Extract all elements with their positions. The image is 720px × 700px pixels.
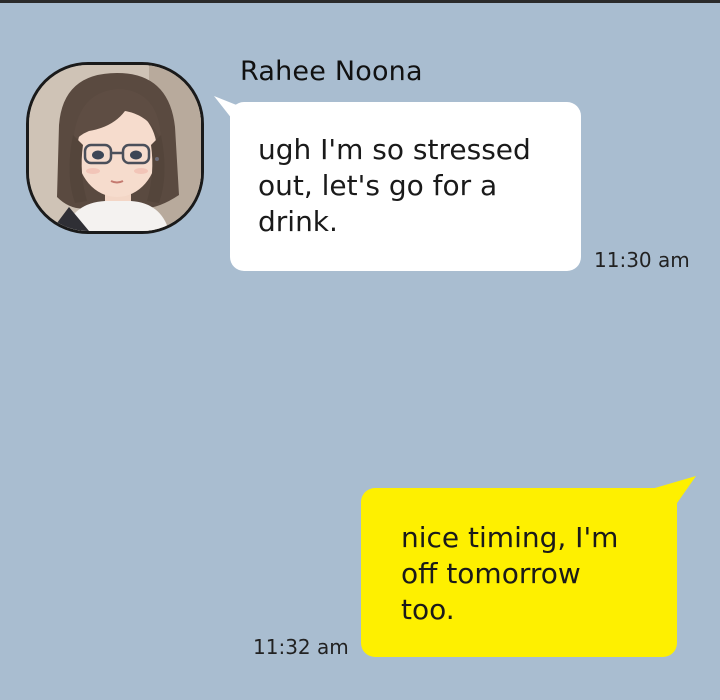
outgoing-message-line: off tomorrow — [401, 557, 581, 590]
incoming-message-line: ugh I'm so stressed — [258, 133, 531, 166]
outgoing-message-line: too. — [401, 593, 455, 626]
top-border — [0, 0, 720, 3]
avatar-illustration — [29, 65, 201, 231]
incoming-timestamp: 11:30 am — [594, 248, 690, 272]
incoming-message-line: out, let's go for a — [258, 169, 498, 202]
outgoing-message-bubble[interactable]: nice timing, I'm off tomorrow too. — [361, 488, 677, 657]
incoming-message-line: drink. — [258, 205, 338, 238]
sender-name: Rahee Noona — [240, 56, 423, 87]
outgoing-message-line: nice timing, I'm — [401, 521, 619, 554]
avatar[interactable] — [26, 62, 204, 234]
outgoing-timestamp: 11:32 am — [253, 635, 349, 659]
incoming-message-bubble[interactable]: ugh I'm so stressed out, let's go for a … — [230, 102, 581, 271]
